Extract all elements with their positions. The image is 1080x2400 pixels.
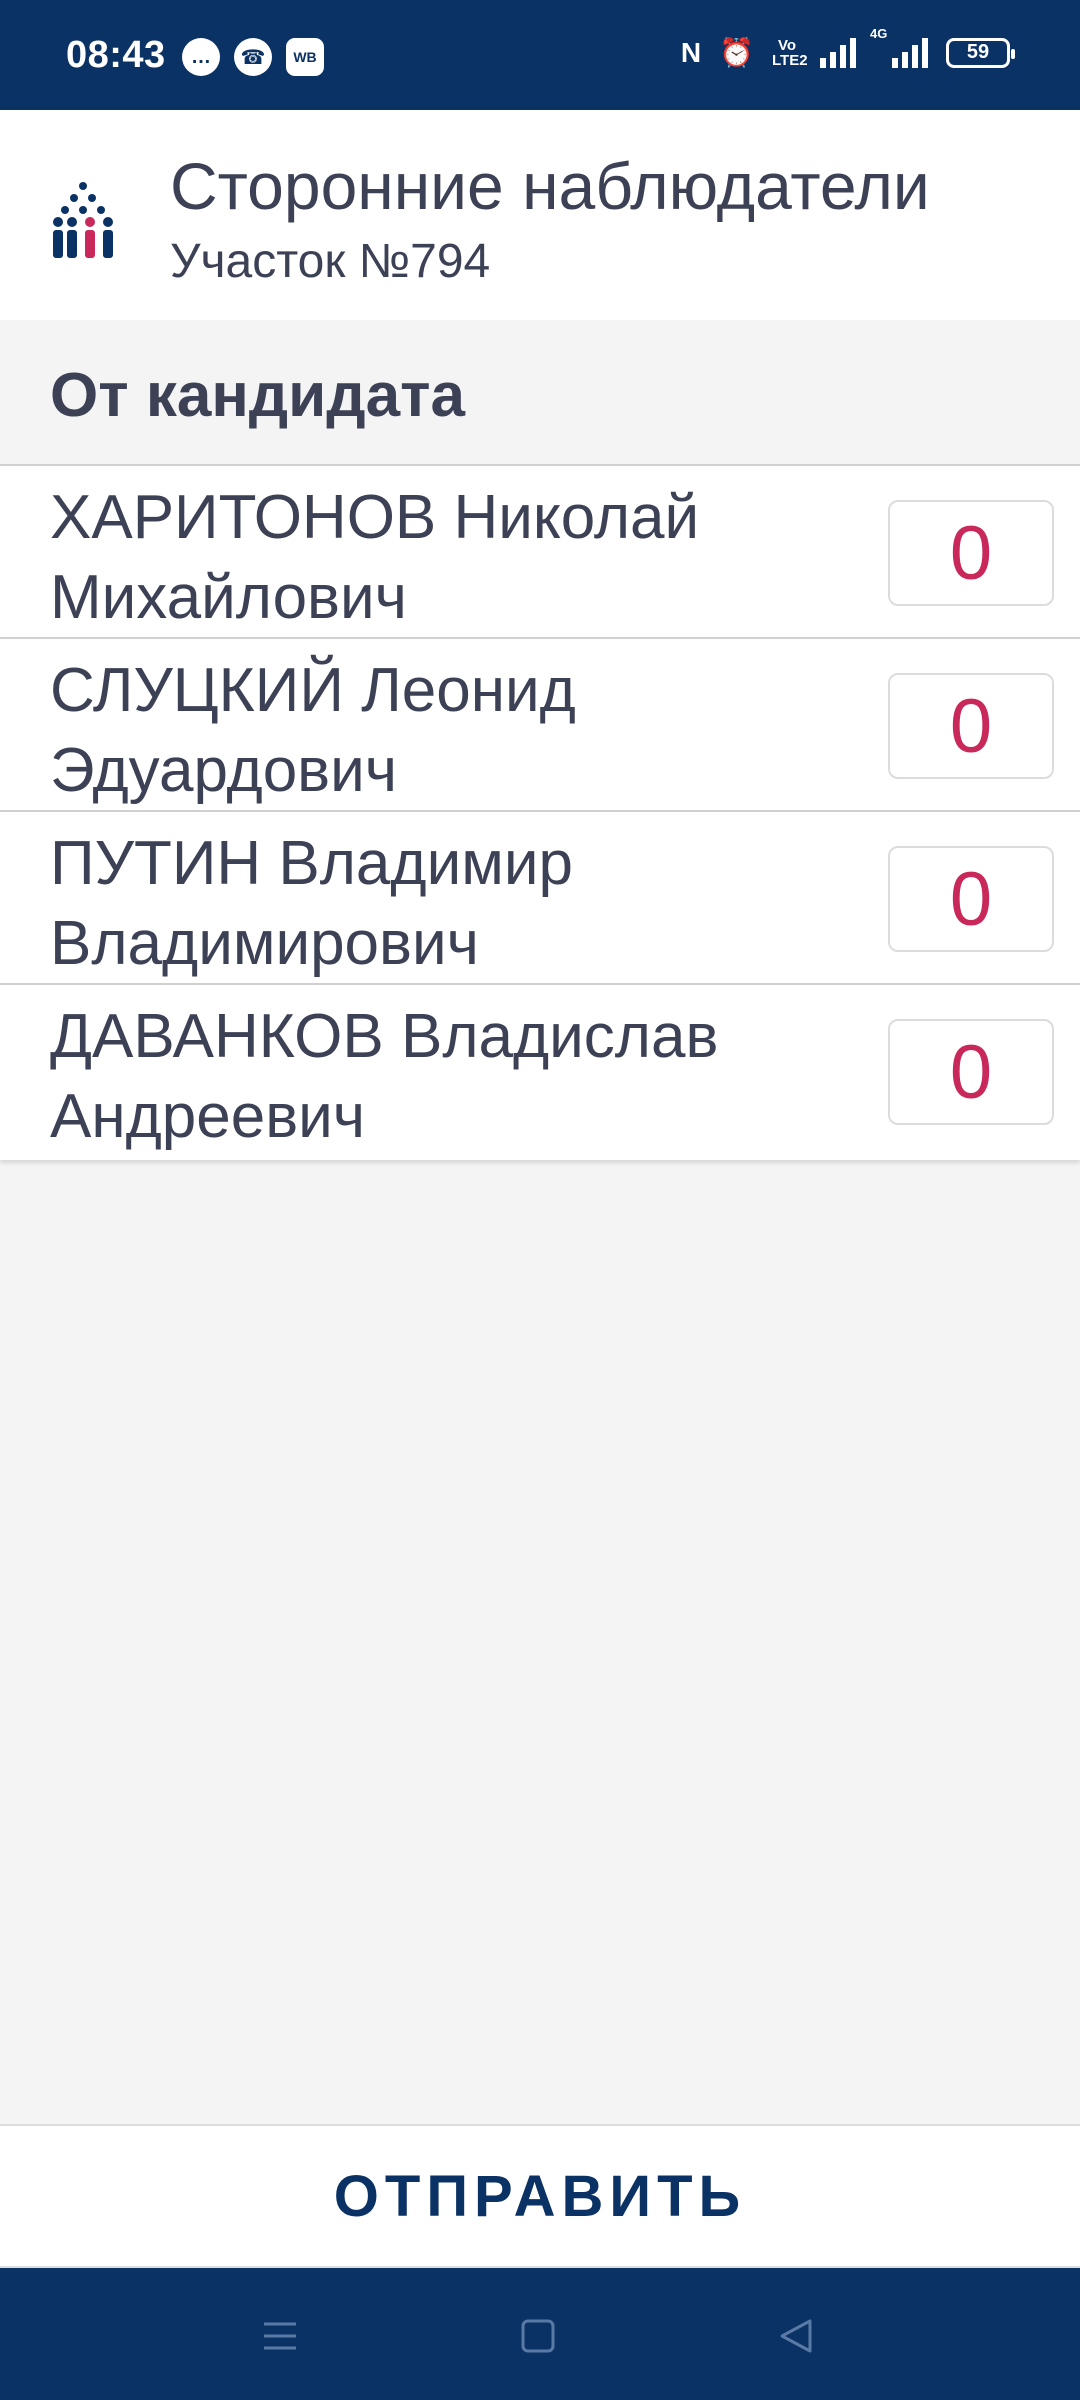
status-bar: 08:43 … ☎ WB N ⏰ Vo LTE2 4G 59 — [0, 0, 1080, 110]
candidate-name: ДАВАНКОВ Владислав Андреевич — [50, 1002, 719, 1151]
system-nav-bar — [0, 2268, 1080, 2400]
status-indicators: N ⏰ Vo LTE2 4G 59 — [680, 26, 1015, 69]
battery-icon: 59 — [946, 37, 1015, 68]
count-input[interactable]: 0 — [888, 1019, 1054, 1125]
count-input[interactable]: 0 — [888, 846, 1054, 952]
count-input[interactable]: 0 — [888, 673, 1054, 779]
list-item: СЛУЦКИЙ Леонид Эдуардович 0 — [0, 639, 1080, 812]
section-header: От кандидата — [0, 320, 1080, 466]
people-group-logo — [53, 182, 113, 258]
4g-signal-icon: 4G — [870, 26, 928, 68]
submit-label: ОТПРАВИТЬ — [333, 2163, 747, 2229]
submit-button[interactable]: ОТПРАВИТЬ — [0, 2124, 1080, 2268]
candidate-name: ПУТИН Владимир Владимирович — [50, 829, 573, 978]
back-triangle-icon[interactable] — [768, 2308, 824, 2364]
app-header: Сторонние наблюдатели Участок №794 — [0, 110, 1080, 322]
alarm-icon: ⏰ — [719, 37, 754, 68]
page-title: Сторонние наблюдатели — [170, 149, 930, 223]
count-input[interactable]: 0 — [888, 500, 1054, 606]
candidate-name: СЛУЦКИЙ Леонид Эдуардович — [50, 656, 576, 805]
page-subtitle: Участок №794 — [170, 235, 491, 288]
status-time: 08:43 — [66, 34, 166, 76]
viber-icon: ☎ — [234, 38, 272, 76]
section-label: От кандидата — [50, 361, 465, 430]
notification-icons: … ☎ WB — [182, 38, 324, 76]
volte-icon: Vo LTE2 — [772, 36, 808, 69]
candidate-name: ХАРИТОНОВ Николай Михайлович — [50, 483, 700, 632]
chat-bubble-icon: … — [182, 38, 220, 76]
list-item: ХАРИТОНОВ Николай Михайлович 0 — [0, 466, 1080, 639]
menu-icon[interactable] — [252, 2308, 308, 2364]
wb-icon: WB — [286, 38, 324, 76]
list-item: ПУТИН Владимир Владимирович 0 — [0, 812, 1080, 985]
signal-icon — [820, 37, 856, 68]
nfc-icon: N — [680, 36, 702, 68]
candidate-list: ХАРИТОНОВ Николай Михайлович 0 СЛУЦКИЙ Л… — [0, 466, 1080, 1160]
home-square-icon[interactable] — [510, 2308, 566, 2364]
list-item: ДАВАНКОВ Владислав Андреевич 0 — [0, 985, 1080, 1160]
